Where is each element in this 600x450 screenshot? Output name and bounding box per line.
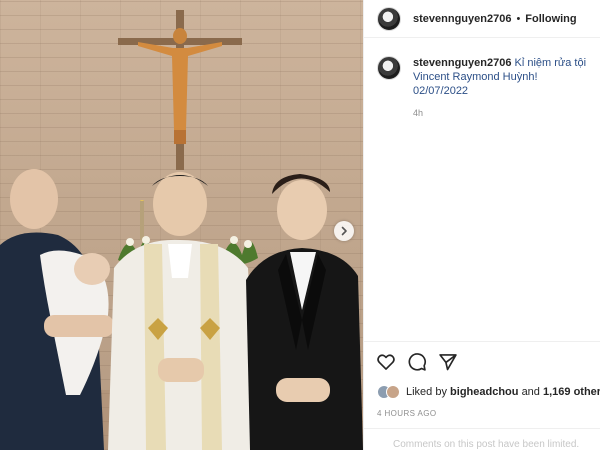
crucifix-image [118,10,242,170]
caption-avatar[interactable] [377,56,401,80]
caption: stevennguyen2706 Kỉ niệm rửa tội Vincent… [364,38,600,98]
liked-by-user-link[interactable]: bigheadchou [450,386,518,398]
post-side-panel: stevennguyen2706 • Following stevennguye… [363,0,600,450]
heart-icon[interactable] [376,352,396,372]
liked-by-joiner: and [521,386,540,398]
caption-line-1: Kỉ niệm rửa tội [514,57,587,69]
person-center-priest [108,172,258,450]
separator-dot: • [516,12,521,25]
caption-username-link[interactable]: stevennguyen2706 [413,57,511,69]
username-link[interactable]: stevennguyen2706 [413,13,511,25]
post-header: stevennguyen2706 • Following [364,0,600,38]
likes-text: Liked by bigheadchou and 1,169 others [406,386,600,398]
caption-date: 02/07/2022 [413,85,469,97]
liker-avatar [386,385,400,399]
liked-by-prefix: Liked by [406,386,447,398]
caption-age: 4h [413,108,424,118]
following-button[interactable]: Following [525,13,576,25]
person-left-with-baby [0,169,114,450]
comments-limited-notice: Comments on this post have been limited. [364,428,600,450]
next-photo-button[interactable] [334,221,354,241]
liked-by-others-link[interactable]: 1,169 others [543,386,600,398]
post-photo[interactable] [0,0,363,450]
send-icon[interactable] [438,352,458,372]
caption-text: stevennguyen2706 Kỉ niệm rửa tội Vincent… [413,56,586,98]
chevron-right-icon [341,226,347,236]
post-timestamp[interactable]: 4 HOURS AGO [377,409,437,418]
action-bar [364,341,600,381]
comment-icon[interactable] [407,352,427,372]
avatar[interactable] [377,6,401,31]
person-right-black-suit [246,174,363,450]
likes-summary: Liked by bigheadchou and 1,169 others [377,385,600,399]
caption-line-2: Vincent Raymond Huỳnh! [413,71,538,83]
